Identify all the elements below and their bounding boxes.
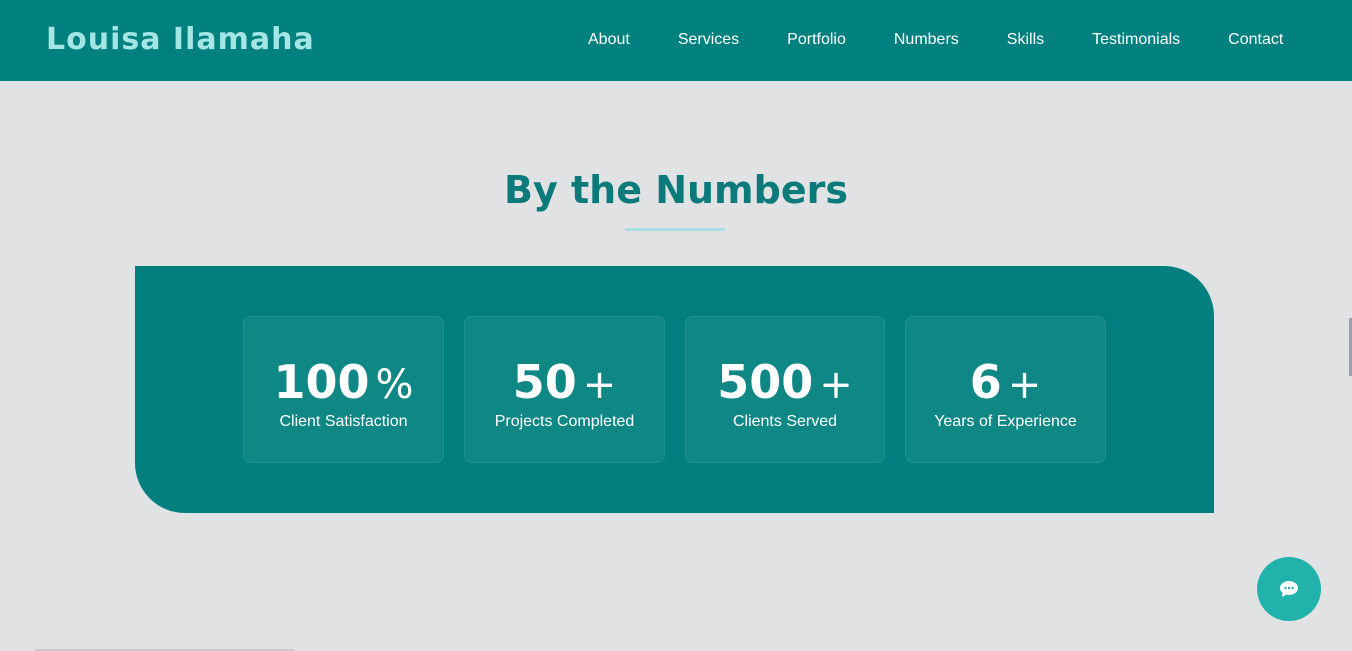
stat-label: Projects Completed [494, 413, 635, 430]
stat-card-clients: 500 + Clients Served [685, 316, 885, 463]
stat-value: 6 [969, 355, 1002, 409]
stat-value: 500 [717, 355, 814, 409]
stat-value: 50 [512, 355, 577, 409]
stat-suffix: + [582, 362, 617, 408]
brand-logo-text[interactable]: Louisa Ilamaha [46, 22, 315, 57]
nav-link-testimonials[interactable]: Testimonials [1092, 31, 1180, 49]
top-navbar: Louisa Ilamaha About Services Portfolio … [0, 0, 1352, 81]
stat-card-experience: 6 + Years of Experience [905, 316, 1106, 463]
nav-link-about[interactable]: About [588, 31, 630, 49]
numbers-section-title: By the Numbers [504, 168, 848, 212]
stat-card-satisfaction: 100 % Client Satisfaction [243, 316, 444, 463]
nav-link-numbers[interactable]: Numbers [894, 31, 959, 49]
nav-link-services[interactable]: Services [678, 31, 739, 49]
stat-suffix: + [819, 362, 853, 408]
stat-suffix: + [1007, 362, 1042, 408]
stat-label: Client Satisfaction [279, 413, 408, 430]
nav-link-contact[interactable]: Contact [1228, 31, 1283, 49]
chat-bubble-icon [1280, 581, 1298, 597]
stat-label: Years of Experience [934, 413, 1077, 430]
stat-label: Clients Served [732, 413, 838, 430]
stats-panel: 100 % Client Satisfaction 50 + Projects … [135, 266, 1214, 513]
nav-link-skills[interactable]: Skills [1007, 31, 1044, 49]
title-underline-divider [625, 228, 725, 231]
main-nav: About Services Portfolio Numbers Skills … [588, 31, 1283, 49]
stat-value: 100 [273, 355, 370, 409]
nav-link-portfolio[interactable]: Portfolio [787, 31, 846, 49]
stat-suffix: % [375, 362, 414, 408]
stat-card-projects: 50 + Projects Completed [464, 316, 665, 463]
chat-button[interactable] [1257, 557, 1321, 621]
